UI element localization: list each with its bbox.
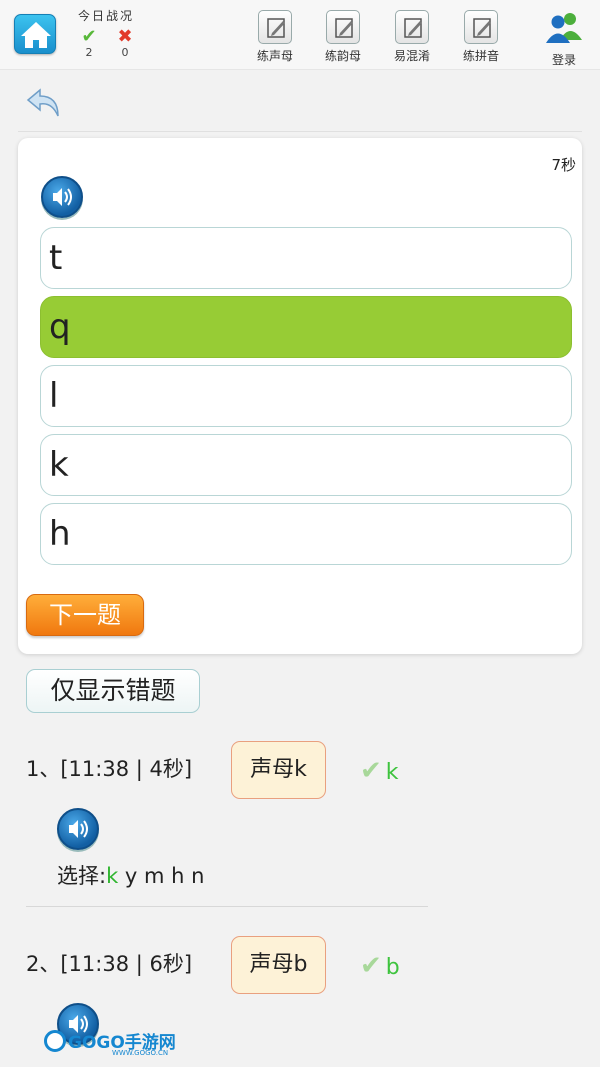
home-icon [21,22,51,48]
nav-label: 练韵母 [324,49,361,63]
record-selection: 选择:k y m h n [57,860,204,890]
login-label: 登录 [551,53,576,67]
today-stats-title: 今日战况 [78,9,135,23]
option-t[interactable]: t [40,227,572,289]
nav-practice-initials[interactable]: 练声母 [243,10,307,64]
record-header: 1、[11:38 | 4秒] [26,757,193,781]
nav-confusing[interactable]: 易混淆 [380,10,444,64]
option-l[interactable]: l [40,365,572,427]
quiz-card: 7秒 t q l k h 下一题 [18,138,582,654]
correct-stat: ✔ 2 [78,26,100,60]
wrong-count: 0 [121,46,129,59]
nav-practice-pinyin[interactable]: 练拼音 [449,10,513,64]
home-button[interactable] [14,14,56,54]
edit-icon [326,10,360,44]
answer-text: k [385,760,399,785]
nav-label: 易混淆 [393,49,430,63]
check-icon: ✔ [81,26,97,47]
back-arrow-icon [26,88,59,117]
watermark-url: WWW.GOGO.CN [112,1049,169,1057]
check-icon: ✔ [360,951,382,981]
answer-text: b [385,955,400,980]
selection-correct: k [106,864,119,888]
record-answer: ✔ k [360,756,399,786]
speaker-icon [69,820,88,838]
correct-count: 2 [85,46,93,59]
nav-label: 练声母 [256,49,293,63]
next-question-button[interactable]: 下一题 [26,594,144,636]
record-header: 2、[11:38 | 6秒] [26,952,193,976]
option-q[interactable]: q [40,296,572,358]
nav-label: 练拼音 [462,49,499,63]
back-bar [18,72,582,132]
edit-icon [464,10,498,44]
back-button[interactable] [24,82,64,122]
record-play-sound-button[interactable] [57,808,99,850]
option-k[interactable]: k [40,434,572,496]
cross-icon: ✖ [117,26,133,47]
timer: 7秒 [551,156,576,174]
edit-icon [258,10,292,44]
watermark-logo-icon [44,1030,66,1052]
selection-rest: y m h n [118,864,205,888]
nav-practice-finals[interactable]: 练韵母 [311,10,375,64]
record-tag[interactable]: 声母b [231,936,326,994]
login-button[interactable]: 登录 [540,10,588,68]
wrong-stat: ✖ 0 [114,26,136,60]
record-divider [26,906,428,907]
show-wrong-only-button[interactable]: 仅显示错题 [26,669,200,713]
record-tag[interactable]: 声母k [231,741,326,799]
check-icon: ✔ [360,756,382,786]
speaker-icon [53,188,72,206]
selection-prefix: 选择: [57,864,107,888]
play-sound-button[interactable] [41,176,83,218]
users-icon [546,13,582,43]
option-h[interactable]: h [40,503,572,565]
top-bar: 今日战况 ✔ 2 ✖ 0 练声母 练韵母 易混淆 练拼音 登录 [0,0,600,70]
record-answer: ✔ b [360,951,400,981]
edit-icon [395,10,429,44]
